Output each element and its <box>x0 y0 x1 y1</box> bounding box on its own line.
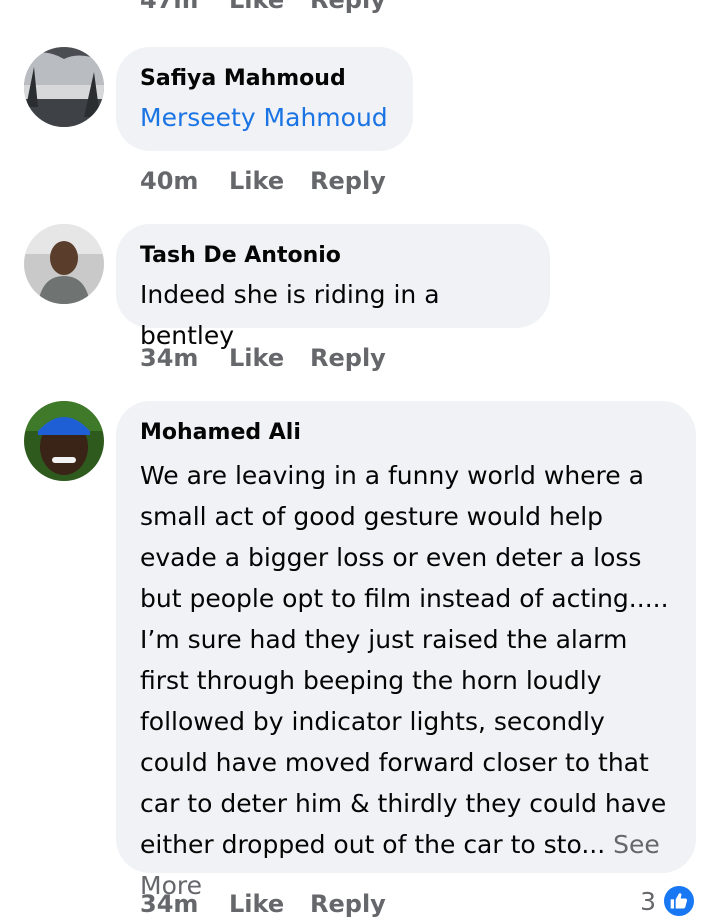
like-button[interactable]: Like <box>229 0 310 14</box>
comment-actions: 34m Like Reply <box>140 344 386 372</box>
like-button[interactable]: Like <box>229 344 310 372</box>
comment-bubble: Mohamed Ali We are leaving in a funny wo… <box>116 401 696 900</box>
reaction-summary[interactable]: 3 <box>640 884 696 918</box>
comment-text: We are leaving in a funny world where a … <box>140 455 672 906</box>
comment-author[interactable]: Mohamed Ali <box>140 419 672 447</box>
thumbs-up-icon <box>662 884 696 918</box>
reply-button[interactable]: Reply <box>310 0 386 14</box>
comment-actions: 34m Like Reply <box>140 890 386 918</box>
avatar[interactable] <box>24 224 104 304</box>
comment-time: 40m <box>140 167 199 195</box>
comment-bubble: Tash De Antonio Indeed she is riding in … <box>116 224 550 350</box>
avatar[interactable] <box>24 47 104 127</box>
reply-button[interactable]: Reply <box>310 167 386 195</box>
reply-button[interactable]: Reply <box>310 344 386 372</box>
reply-button[interactable]: Reply <box>310 890 386 918</box>
comment-author[interactable]: Tash De Antonio <box>140 242 526 270</box>
comment-time: 34m <box>140 344 199 372</box>
reaction-count: 3 <box>640 886 656 916</box>
comment-actions: 47m Like Reply <box>140 0 386 14</box>
like-button[interactable]: Like <box>229 167 310 195</box>
comment-time: 34m <box>140 890 199 918</box>
comment-actions: 40m Like Reply <box>140 167 386 195</box>
mention-link[interactable]: Merseety Mahmoud <box>140 97 389 138</box>
comment-author[interactable]: Safiya Mahmoud <box>140 65 389 93</box>
like-button[interactable]: Like <box>229 890 310 918</box>
avatar[interactable] <box>24 401 104 481</box>
comment-time: 47m <box>140 0 199 14</box>
comment-bubble: Safiya Mahmoud Merseety Mahmoud <box>116 47 413 151</box>
comment-body: We are leaving in a funny world where a … <box>140 461 669 859</box>
